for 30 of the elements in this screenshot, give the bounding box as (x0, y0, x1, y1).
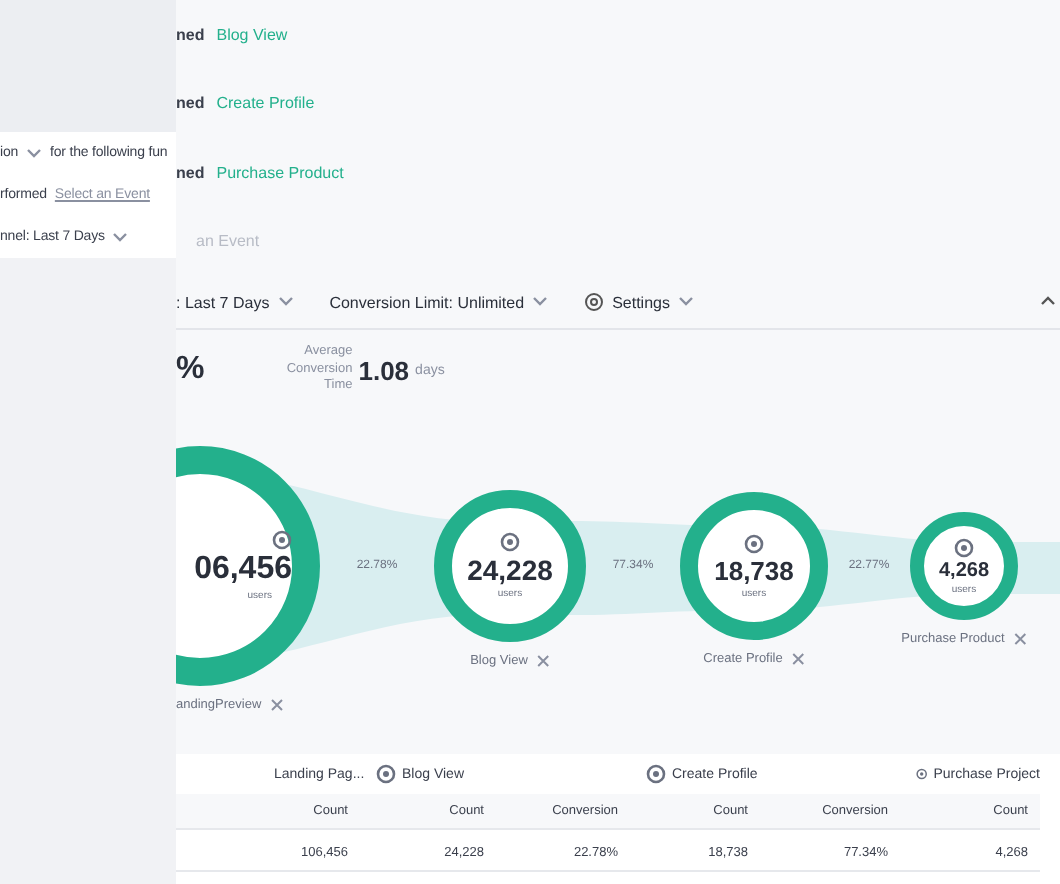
chevron-down-icon (26, 147, 43, 159)
chevron-down-icon (112, 231, 129, 243)
collapse-icon (1040, 294, 1056, 306)
chevron-down-icon (277, 296, 294, 308)
step-prefix: ned (176, 163, 205, 182)
chevron-down-icon (532, 296, 549, 308)
step-prefix: ned (176, 94, 205, 113)
close-icon (535, 654, 550, 668)
event-icon (744, 533, 764, 553)
close-icon (269, 698, 284, 712)
filter-dropdown[interactable]: Conversion Limit: Unlimited (329, 293, 549, 311)
step-count: 24,228 (467, 554, 553, 586)
settings-dropdown[interactable]: Settings (584, 292, 694, 312)
event-icon (376, 764, 396, 784)
event-icon (916, 764, 928, 784)
close-icon (790, 652, 805, 666)
event-icon (272, 530, 292, 550)
step-prefix: ned (176, 25, 205, 44)
step-count: 4,268 (938, 559, 990, 581)
conversion-rate: % (176, 352, 205, 388)
step-count: 06,456 (194, 552, 292, 588)
settings-icon (584, 292, 605, 312)
event-icon (646, 764, 666, 784)
event-icon (500, 532, 520, 552)
event-icon (954, 537, 974, 557)
chevron-down-icon (677, 296, 694, 308)
filter-dropdown[interactable]: : Last 7 Days (176, 293, 294, 311)
average-time-value: 1.08 (358, 355, 410, 385)
close-icon (1012, 632, 1027, 646)
step-count: 18,738 (714, 555, 794, 585)
